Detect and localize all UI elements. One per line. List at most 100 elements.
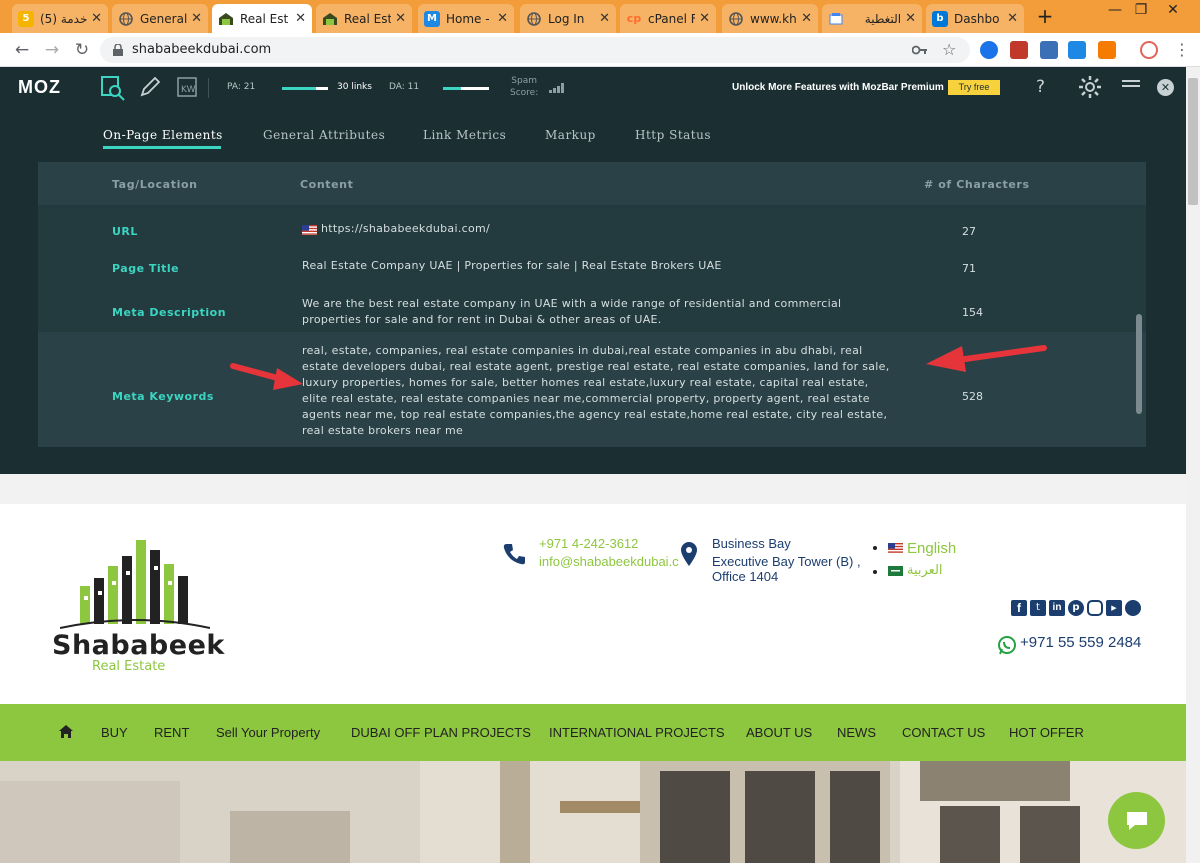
restore-icon[interactable]: ❐ [1130, 2, 1152, 18]
menu-dots-icon[interactable]: ⋮ [1174, 40, 1190, 59]
close-mozbar-icon[interactable]: ✕ [1157, 79, 1174, 96]
tab-label: Dashbo [954, 11, 1000, 26]
row-keywords-chars: 528 [962, 390, 983, 403]
keywords-line: luxury properties, homes for sale, bette… [302, 376, 869, 389]
reload-button[interactable]: ↻ [70, 39, 94, 61]
extension-shield-icon[interactable] [1010, 41, 1028, 59]
nav-rent[interactable]: RENT [154, 725, 189, 740]
forward-button[interactable]: → [40, 39, 64, 61]
close-icon[interactable]: ✕ [497, 11, 508, 26]
chat-bubble-icon [1127, 812, 1147, 830]
window-close-icon[interactable]: ✕ [1162, 2, 1184, 18]
row-title-tag: Page Title [112, 262, 180, 275]
row-url-content[interactable]: https://shababeekdubai.com/ [321, 221, 490, 237]
browser-tab-4[interactable]: Real Est ✕ [316, 4, 412, 33]
nav-sell-property[interactable]: Sell Your Property [216, 725, 320, 740]
browser-tab-8[interactable]: www.kh ✕ [722, 4, 818, 33]
browser-tab-active[interactable]: Real Est ✕ [212, 4, 312, 33]
premium-promo: Unlock More Features with MozBar Premium [732, 82, 944, 93]
row-url-chars: 27 [962, 225, 976, 238]
tab-markup[interactable]: Markup [545, 128, 596, 142]
extension-bag-icon[interactable] [1098, 41, 1116, 59]
tab-link-metrics[interactable]: Link Metrics [423, 128, 506, 142]
profile-avatar[interactable] [1140, 41, 1158, 59]
pa-metric: PA: 21 [227, 82, 256, 92]
tab-label: Log In [548, 11, 585, 26]
gear-icon[interactable] [1078, 75, 1102, 99]
facebook-icon[interactable]: f [1011, 600, 1027, 616]
language-english[interactable]: English [907, 540, 956, 557]
home-icon[interactable] [58, 724, 74, 739]
nav-about-us[interactable]: ABOUT US [746, 725, 812, 740]
chat-button[interactable] [1108, 792, 1165, 849]
extension-flag-icon[interactable] [1040, 41, 1058, 59]
minimize-icon[interactable]: — [1104, 2, 1126, 18]
close-icon[interactable]: ✕ [295, 11, 306, 26]
try-free-button[interactable]: Try free [948, 80, 1000, 95]
star-icon[interactable]: ☆ [942, 40, 956, 59]
tab-label: General [140, 11, 188, 26]
keyword-icon[interactable]: KW [177, 77, 197, 97]
links-count[interactable]: 30 links [337, 82, 372, 92]
linkedin-icon[interactable]: in [1049, 600, 1065, 616]
browser-tab-9[interactable]: التغطية ✕ [822, 4, 922, 33]
browser-tab-5[interactable]: M Home - ✕ [418, 4, 514, 33]
tab-label: cPanel F [648, 11, 696, 26]
moz-logo: MOZ [18, 77, 61, 97]
instagram-icon[interactable] [1087, 600, 1103, 616]
keywords-line: estate developers dubai, real estate age… [302, 360, 890, 373]
close-icon[interactable]: ✕ [91, 11, 102, 26]
table-scrollbar[interactable] [1136, 314, 1142, 414]
tab-general-attributes[interactable]: General Attributes [263, 128, 385, 142]
close-icon[interactable]: ✕ [1007, 11, 1018, 26]
extension-m-icon[interactable] [1068, 41, 1086, 59]
browser-tab-7[interactable]: cp cPanel F ✕ [620, 4, 716, 33]
address-line: Office 1404 [712, 569, 779, 584]
nav-contact-us[interactable]: CONTACT US [902, 725, 985, 740]
house-icon [218, 11, 234, 27]
close-icon[interactable]: ✕ [699, 11, 710, 26]
pinterest-icon[interactable]: p [1068, 600, 1084, 616]
nav-hot-offer[interactable]: HOT OFFER [1009, 725, 1084, 740]
whatsapp-number[interactable]: +971 55 559 2484 [1020, 634, 1141, 651]
browser-tab-6[interactable]: Log In ✕ [520, 4, 616, 33]
snapchat-icon[interactable] [1125, 600, 1141, 616]
browser-tab-strip: 5 (5) خدمة ✕ General ✕ Real Est ✕ Real E… [0, 0, 1200, 33]
description-line: We are the best real estate company in U… [302, 297, 842, 310]
extension-a-icon[interactable] [980, 41, 998, 59]
close-icon[interactable]: ✕ [191, 11, 202, 26]
pencil-icon[interactable] [139, 76, 161, 98]
tab-on-page-elements[interactable]: On-Page Elements [103, 128, 223, 142]
page-analysis-icon[interactable] [100, 75, 126, 101]
shababeek-logo[interactable] [60, 536, 210, 631]
nav-buy[interactable]: BUY [101, 725, 128, 740]
us-flag-icon [888, 543, 903, 553]
box-icon [828, 11, 844, 27]
key-icon[interactable] [912, 44, 928, 56]
close-icon[interactable]: ✕ [905, 11, 916, 26]
header-tag-location: Tag/Location [112, 178, 198, 191]
twitter-icon[interactable]: t [1030, 600, 1046, 616]
close-icon[interactable]: ✕ [395, 11, 406, 26]
help-icon[interactable]: ? [1036, 77, 1045, 97]
keywords-line: agents near me, top real estate companie… [302, 408, 888, 421]
browser-tab-10[interactable]: b Dashbo ✕ [926, 4, 1024, 33]
new-tab-button[interactable]: + [1034, 4, 1056, 28]
email-link[interactable]: info@shababeekdubai.c [539, 554, 679, 569]
nav-off-plan-projects[interactable]: DUBAI OFF PLAN PROJECTS [351, 725, 531, 740]
phone-number[interactable]: +971 4-242-3612 [539, 536, 638, 551]
page-scrollbar-thumb[interactable] [1188, 78, 1198, 205]
close-icon[interactable]: ✕ [801, 11, 812, 26]
tab-http-status[interactable]: Http Status [635, 128, 711, 142]
youtube-icon[interactable]: ▶ [1106, 600, 1122, 616]
nav-international-projects[interactable]: INTERNATIONAL PROJECTS [549, 725, 725, 740]
collapse-icon[interactable] [1122, 80, 1140, 87]
back-button[interactable]: ← [10, 39, 34, 61]
address-bar[interactable]: shababeekdubai.com ☆ [100, 37, 970, 63]
browser-tab-2[interactable]: General ✕ [112, 4, 208, 33]
browser-tab-1[interactable]: 5 (5) خدمة ✕ [12, 4, 108, 33]
language-arabic[interactable]: العربية [907, 562, 943, 578]
nav-news[interactable]: NEWS [837, 725, 876, 740]
header-characters: # of Characters [924, 178, 1030, 191]
close-icon[interactable]: ✕ [599, 11, 610, 26]
